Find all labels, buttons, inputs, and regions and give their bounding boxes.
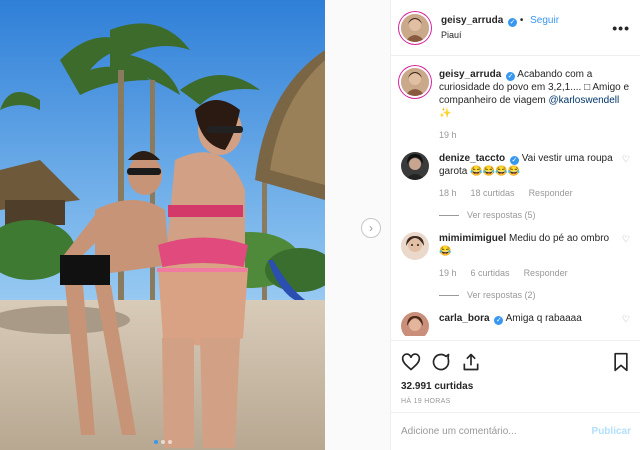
caption-username[interactable]: geisy_arruda [439, 69, 501, 80]
comment-item: denize_taccto ✓ Vai vestir uma roupa gar… [401, 152, 630, 222]
author-username[interactable]: geisy_arruda [441, 15, 503, 26]
avatar[interactable] [401, 13, 429, 42]
post-location[interactable]: Piauí [441, 30, 612, 40]
heart-icon[interactable] [401, 352, 421, 372]
add-comment-bar: Publicar [391, 412, 640, 450]
comment-username[interactable]: mimimimiguel [439, 233, 506, 244]
share-icon[interactable] [461, 352, 481, 372]
heart-small-icon[interactable]: ♡ [618, 154, 630, 222]
caption-time: 19 h [439, 130, 457, 140]
beach-photo-image [0, 0, 325, 450]
comment-item: mimimimiguel Mediu do pé ao ombro 😂 19 h… [401, 232, 630, 302]
publish-button[interactable]: Publicar [592, 426, 631, 437]
comment-username[interactable]: denize_taccto [439, 153, 505, 164]
carousel-dot-3 [167, 440, 172, 444]
carousel-dot-1 [153, 440, 158, 444]
header-separator: • [519, 15, 524, 26]
reply-button[interactable]: Responder [529, 187, 573, 200]
verified-badge-icon: ✓ [508, 18, 518, 27]
post-header: geisy_arruda ✓ • Seguir Piauí ••• [391, 0, 640, 56]
caption-sparkle: ✨ [439, 108, 452, 119]
heart-small-icon[interactable]: ♡ [618, 234, 630, 302]
comments-list[interactable]: geisy_arruda ✓ Acabando com a curiosidad… [391, 56, 640, 336]
post-timestamp: HÁ 19 HORAS [401, 398, 451, 405]
view-replies-label: Ver respostas (2) [467, 290, 536, 300]
carousel-dot-2 [160, 440, 165, 444]
comment-likes[interactable]: 18 curtidas [471, 187, 515, 200]
carousel-dots [0, 440, 325, 444]
view-replies-button[interactable]: Ver respostas (2) [439, 289, 618, 302]
next-photo-button[interactable]: › [361, 218, 381, 238]
comment-meta: 19 h 6 curtidas Responder [439, 267, 618, 280]
verified-badge-icon: ✓ [509, 156, 519, 165]
bookmark-icon[interactable] [611, 352, 631, 372]
follow-button[interactable]: Seguir [530, 15, 559, 26]
post-actions: 32.991 curtidas HÁ 19 HORAS [391, 340, 640, 405]
action-icons-row [401, 349, 631, 375]
post-photo[interactable] [0, 0, 325, 450]
photo-column [0, 0, 330, 450]
view-replies-button[interactable]: Ver respostas (5) [439, 209, 618, 222]
likes-count[interactable]: 32.991 curtidas [401, 381, 631, 392]
heart-small-icon[interactable]: ♡ [618, 314, 630, 336]
avatar[interactable] [401, 152, 429, 180]
caption-mention-link[interactable]: @karloswendell [549, 95, 620, 106]
verified-badge-icon: ✓ [494, 316, 504, 325]
comment-item: carla_bora ✓ Amiga q rabaaaa ♡ [401, 312, 630, 336]
chevron-right-icon: › [369, 221, 373, 235]
reply-button[interactable]: Responder [524, 267, 568, 280]
comment-icon[interactable] [431, 352, 451, 372]
comment-text: Amiga q rabaaaa [505, 313, 582, 324]
comment-time: 19 h [439, 268, 457, 278]
comment-meta: 18 h 18 curtidas Responder [439, 187, 618, 200]
avatar[interactable] [401, 232, 429, 260]
replies-divider [439, 295, 459, 296]
post-panel: geisy_arruda ✓ • Seguir Piauí ••• geisy_… [390, 0, 640, 450]
avatar[interactable] [401, 68, 429, 96]
comment-input[interactable] [401, 426, 592, 437]
view-replies-label: Ver respostas (5) [467, 210, 536, 220]
caption-meta: 19 h [439, 129, 630, 142]
caption-item: geisy_arruda ✓ Acabando com a curiosidad… [401, 68, 630, 142]
replies-divider [439, 215, 459, 216]
comment-time: 18 h [439, 188, 457, 198]
more-options-button[interactable]: ••• [612, 20, 630, 36]
comment-username[interactable]: carla_bora [439, 313, 490, 324]
comment-likes[interactable]: 6 curtidas [471, 267, 510, 280]
verified-badge-icon: ✓ [506, 72, 516, 81]
header-meta: geisy_arruda ✓ • Seguir Piauí [441, 15, 612, 40]
avatar[interactable] [401, 312, 429, 336]
